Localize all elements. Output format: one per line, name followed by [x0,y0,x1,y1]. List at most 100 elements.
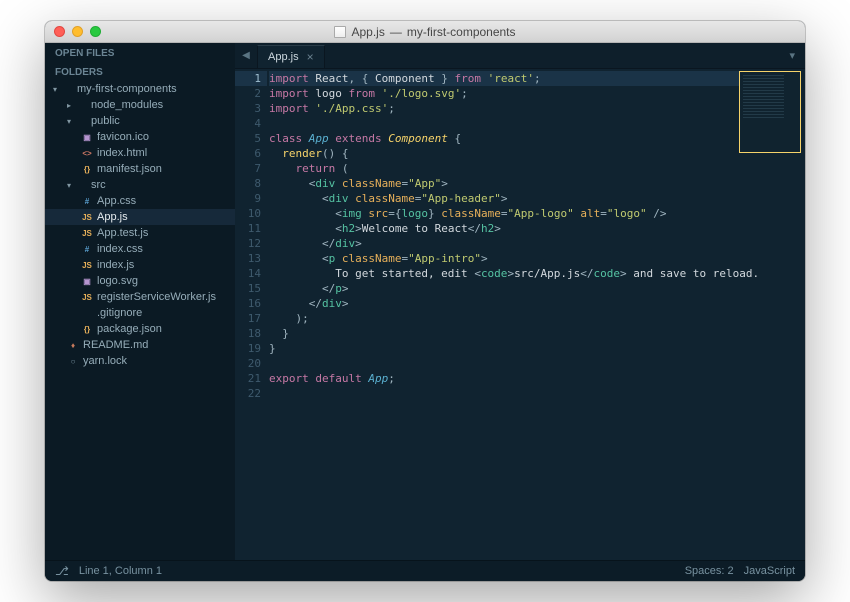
code-line[interactable]: export default App; [269,371,799,386]
chevron-icon: ▸ [67,101,71,110]
file-name: App.test.js [97,227,148,239]
statusbar: ⎇ Line 1, Column 1 Spaces: 2 JavaScript [45,560,805,581]
code-line[interactable] [269,116,799,131]
file-tree-item[interactable]: .gitignore [45,305,235,321]
file-tree-item[interactable]: JS registerServiceWorker.js [45,289,235,305]
code-line[interactable]: } [269,326,799,341]
code-line[interactable]: import './App.css'; [269,101,799,116]
file-name: .gitignore [97,307,142,319]
file-name: index.html [97,147,147,159]
file-name: index.css [97,243,143,255]
code-area[interactable]: 12345678910111213141516171819202122 impo… [235,69,805,560]
window-title: App.js — my-first-components [45,25,805,39]
json-icon: {} [81,325,93,334]
folders-header[interactable]: FOLDERS [45,62,235,81]
tab-overflow-icon[interactable]: ▾ [779,49,805,62]
file-tree-item[interactable]: ▾ public [45,113,235,129]
code-line[interactable] [269,386,799,401]
file-name: package.json [97,323,162,335]
tab-prev-icon[interactable]: ◀ [235,50,257,61]
file-tree-item[interactable]: {} manifest.json [45,161,235,177]
code-line[interactable]: class App extends Component { [269,131,799,146]
file-name: manifest.json [97,163,162,175]
close-tab-icon[interactable]: × [307,51,314,63]
css-icon: # [81,197,93,206]
code-line[interactable]: } [269,341,799,356]
file-tree-item[interactable]: # index.css [45,241,235,257]
file-name: logo.svg [97,275,138,287]
code-line[interactable]: To get started, edit <code>src/App.js</c… [269,266,799,281]
gutter: 12345678910111213141516171819202122 [235,69,267,560]
title-project: my-first-components [407,25,516,39]
code-line[interactable]: <div className="App-header"> [269,191,799,206]
file-tree-item[interactable]: JSApp.js [45,209,235,225]
file-tree-item[interactable]: ♦ README.md [45,337,235,353]
code-line[interactable]: <h2>Welcome to React</h2> [269,221,799,236]
file-tree-item[interactable]: ○ yarn.lock [45,353,235,369]
file-tree-item[interactable]: ▾ src [45,177,235,193]
code-line[interactable]: </p> [269,281,799,296]
code-line[interactable]: <img src={logo} className="App-logo" alt… [269,206,799,221]
open-files-header[interactable]: OPEN FILES [45,43,235,62]
cursor-position[interactable]: Line 1, Column 1 [79,565,162,577]
code-line[interactable]: </div> [269,236,799,251]
js-icon: JS [81,293,93,302]
language-mode[interactable]: JavaScript [744,565,795,577]
html-icon: <> [81,149,93,158]
js-icon: JS [81,229,93,238]
file-name: favicon.ico [97,131,149,143]
code-line[interactable]: render() { [269,146,799,161]
chevron-icon: ▾ [67,181,71,190]
code-line[interactable]: import logo from './logo.svg'; [269,86,799,101]
code-line[interactable]: ); [269,311,799,326]
file-name: src [91,179,106,191]
file-tree: ▾ my-first-components ▸ node_modules ▾ public… [45,81,235,373]
sidebar: OPEN FILES FOLDERS ▾ my-first-components ▸… [45,43,235,560]
image-icon: ▣ [81,133,93,142]
file-name: my-first-components [77,83,177,95]
tab-label: App.js [268,51,299,63]
js-icon: JS [81,213,93,222]
file-tree-item[interactable]: <> index.html [45,145,235,161]
code-line[interactable]: return ( [269,161,799,176]
titlebar[interactable]: App.js — my-first-components [45,21,805,43]
chevron-icon: ▾ [67,117,71,126]
chevron-icon: ▾ [53,85,57,94]
js-icon: JS [81,261,93,270]
lock-icon: ○ [67,357,79,366]
file-name: App.css [97,195,136,207]
code[interactable]: import React, { Component } from 'react'… [267,69,805,560]
tabbar: ◀ App.js × ▾ [235,43,805,69]
editor-window: App.js — my-first-components OPEN FILES … [45,21,805,581]
file-name: yarn.lock [83,355,127,367]
code-line[interactable]: </div> [269,296,799,311]
tab-app-js[interactable]: App.js × [257,45,325,68]
image-icon: ▣ [81,277,93,286]
file-tree-item[interactable]: ▸ node_modules [45,97,235,113]
json-icon: {} [81,165,93,174]
file-tree-item[interactable]: # App.css [45,193,235,209]
file-name: public [91,115,120,127]
title-file: App.js [351,25,384,39]
code-line[interactable] [269,356,799,371]
file-name: README.md [83,339,148,351]
md-icon: ♦ [67,341,79,350]
editor-panel: ◀ App.js × ▾ 123456789101112131415161718… [235,43,805,560]
file-tree-item[interactable]: ▾ my-first-components [45,81,235,97]
file-icon [334,26,346,38]
minimap[interactable] [739,71,801,153]
branch-icon[interactable]: ⎇ [55,564,69,578]
file-tree-item[interactable]: ▣ logo.svg [45,273,235,289]
indent-setting[interactable]: Spaces: 2 [685,565,734,577]
css-icon: # [81,245,93,254]
file-tree-item[interactable]: JS App.test.js [45,225,235,241]
code-line[interactable]: import React, { Component } from 'react'… [269,71,799,86]
file-tree-item[interactable]: JS index.js [45,257,235,273]
file-name: registerServiceWorker.js [97,291,216,303]
code-line[interactable]: <p className="App-intro"> [269,251,799,266]
file-name: index.js [97,259,134,271]
file-name: node_modules [91,99,163,111]
code-line[interactable]: <div className="App"> [269,176,799,191]
file-tree-item[interactable]: ▣ favicon.ico [45,129,235,145]
file-tree-item[interactable]: {} package.json [45,321,235,337]
